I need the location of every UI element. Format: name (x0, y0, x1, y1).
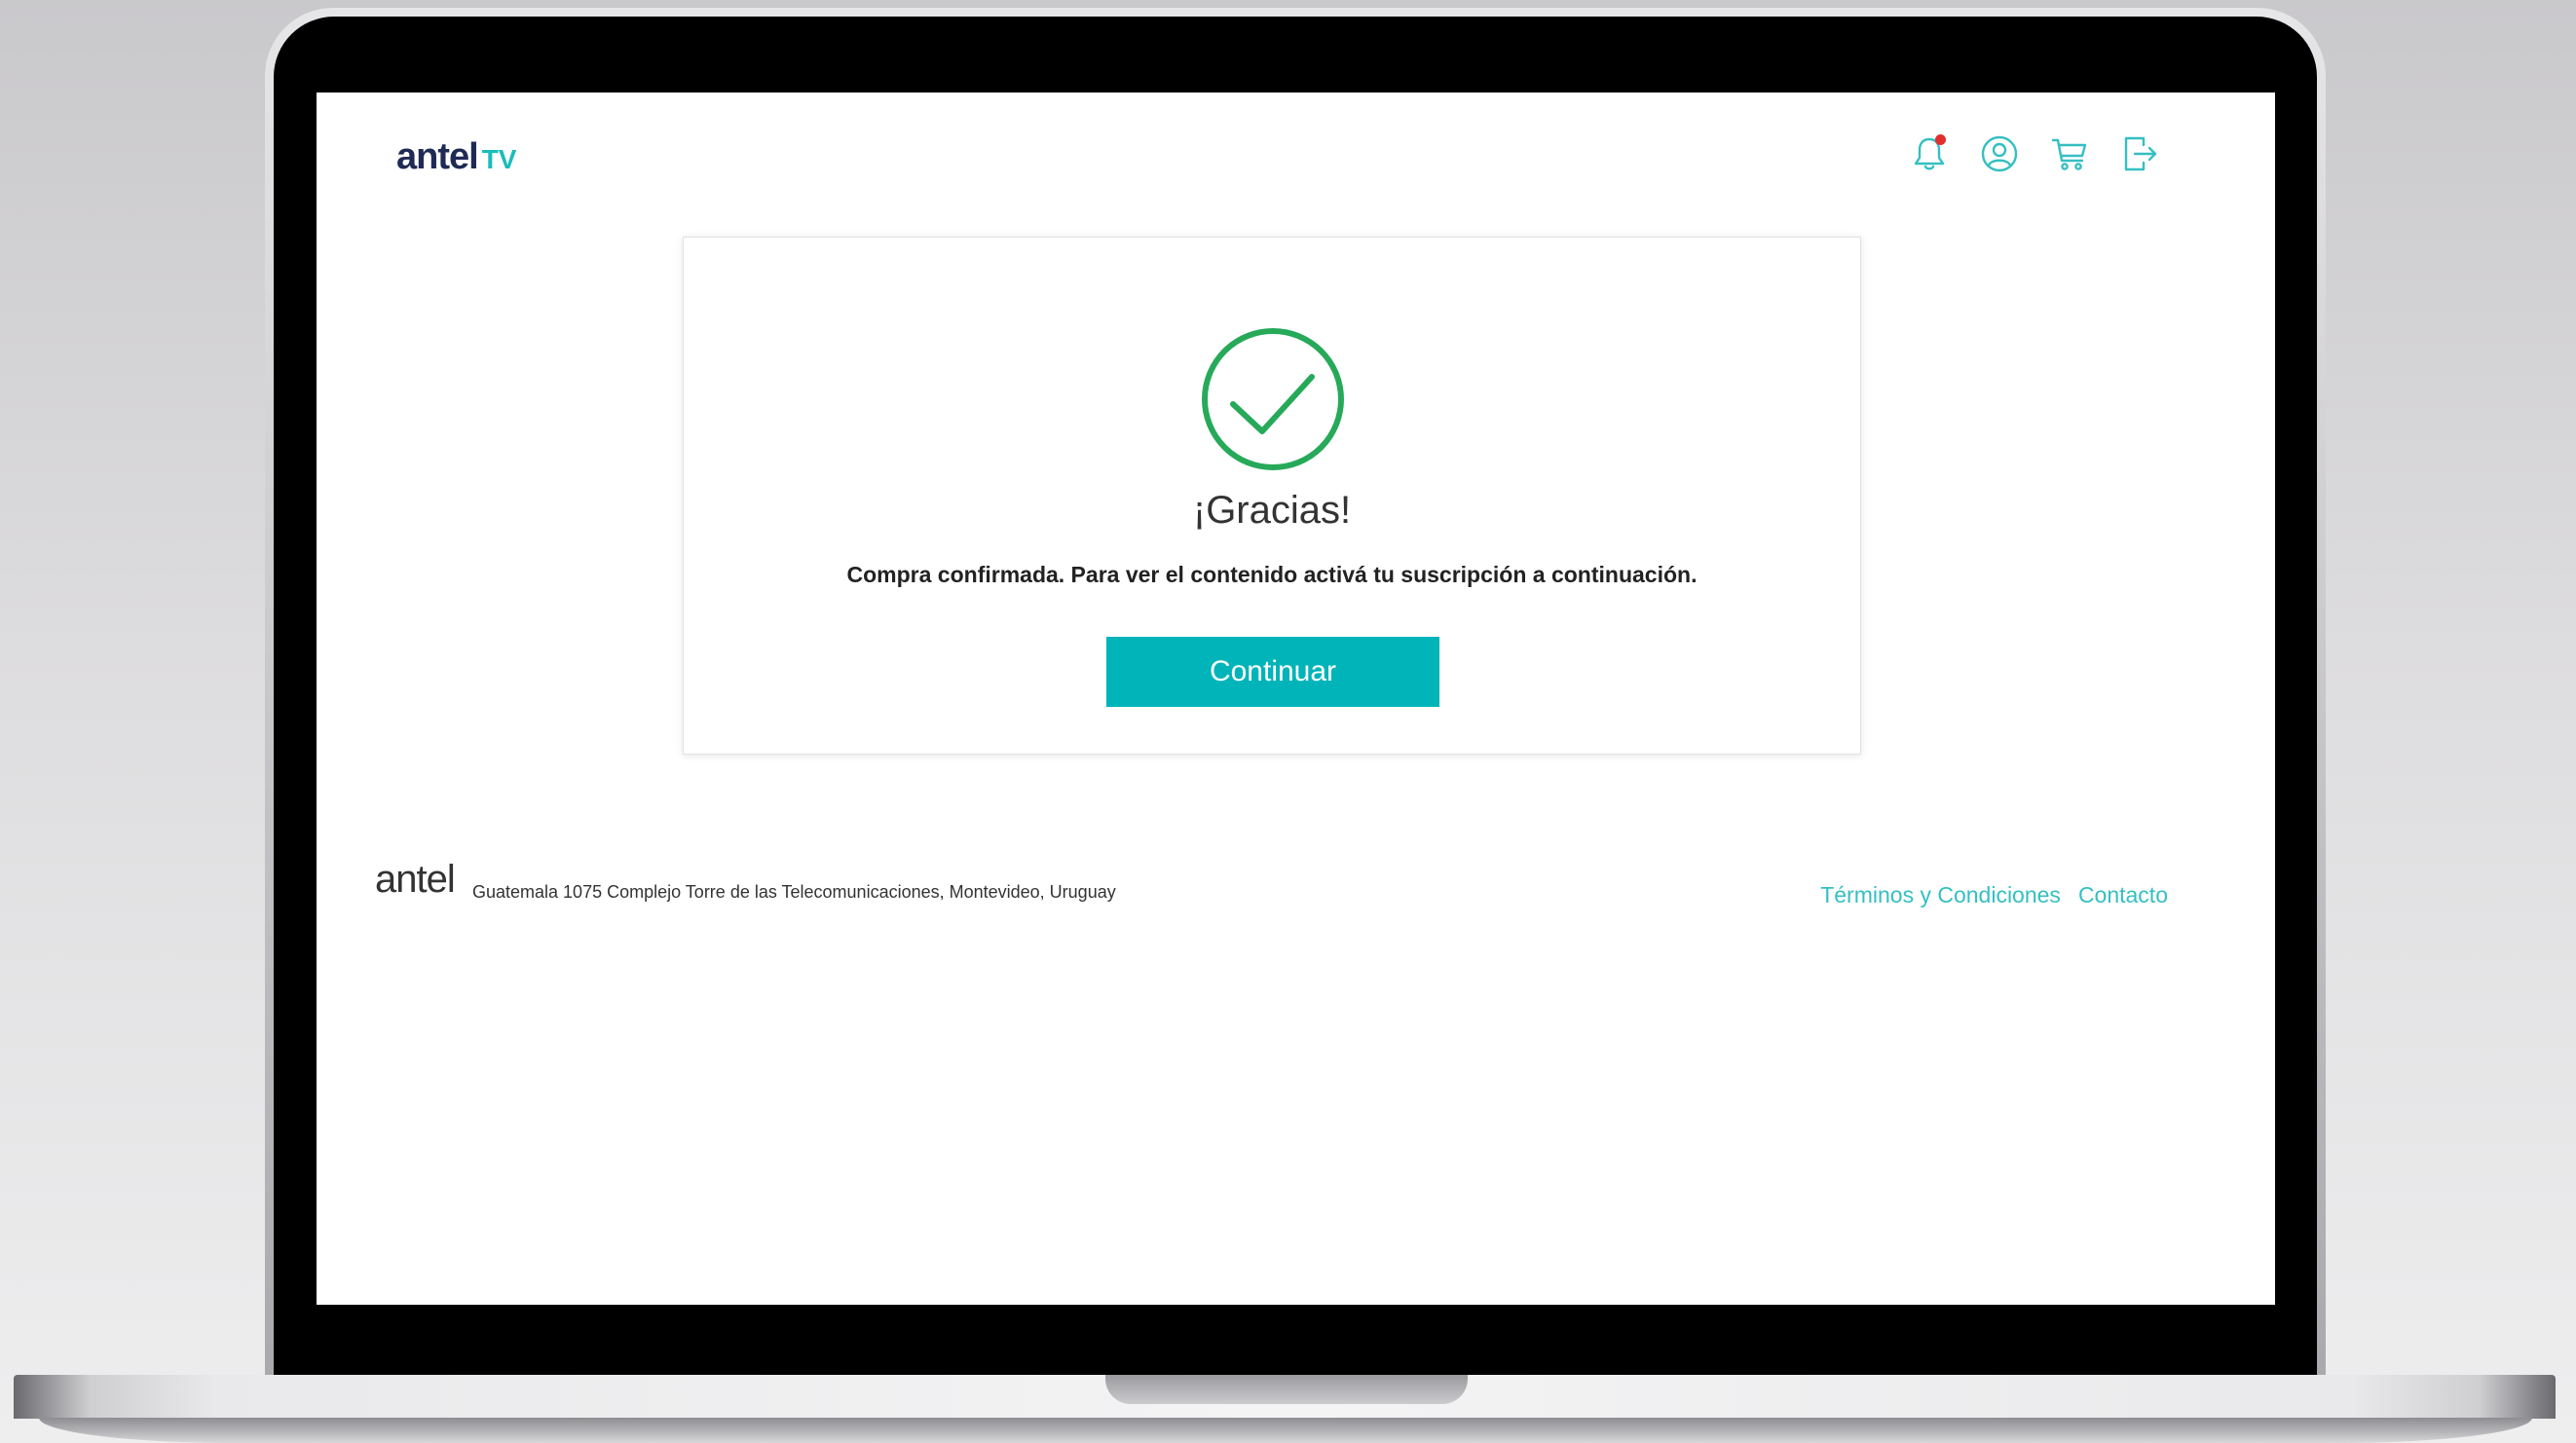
logo-tv-suffix: TV (481, 144, 517, 174)
laptop-base-bottom (39, 1418, 2532, 1443)
notification-dot (1935, 134, 1946, 145)
footer-links: Términos y Condiciones Contacto (1820, 882, 2168, 908)
confirmation-card: ¡Gracias! Compra confirmada. Para ver el… (683, 237, 1861, 755)
check-circle-icon (1202, 328, 1344, 470)
footer-address: Guatemala 1075 Complejo Torre de las Tel… (472, 882, 1116, 902)
confirmation-title: ¡Gracias! (1192, 489, 1352, 532)
confirmation-message: Compra confirmada. Para ver el contenido… (846, 562, 1698, 587)
header-icons (1909, 133, 2160, 174)
continue-button[interactable]: Continuar (1106, 637, 1439, 707)
user-icon[interactable] (1979, 133, 2020, 174)
cart-icon[interactable] (2049, 133, 2090, 174)
antel-tv-logo[interactable]: antel TV (396, 136, 516, 178)
logout-icon[interactable] (2119, 133, 2160, 174)
laptop-notch (1105, 1375, 1468, 1404)
terms-link[interactable]: Términos y Condiciones (1820, 882, 2061, 908)
footer-antel-logo: antel (375, 858, 456, 901)
screen: antel TV ¡Gracias! Compra confirmada. Pa… (317, 92, 2275, 1305)
bell-icon[interactable] (1909, 133, 1950, 174)
contact-link[interactable]: Contacto (2078, 882, 2168, 908)
logo-word: antel (396, 136, 479, 177)
